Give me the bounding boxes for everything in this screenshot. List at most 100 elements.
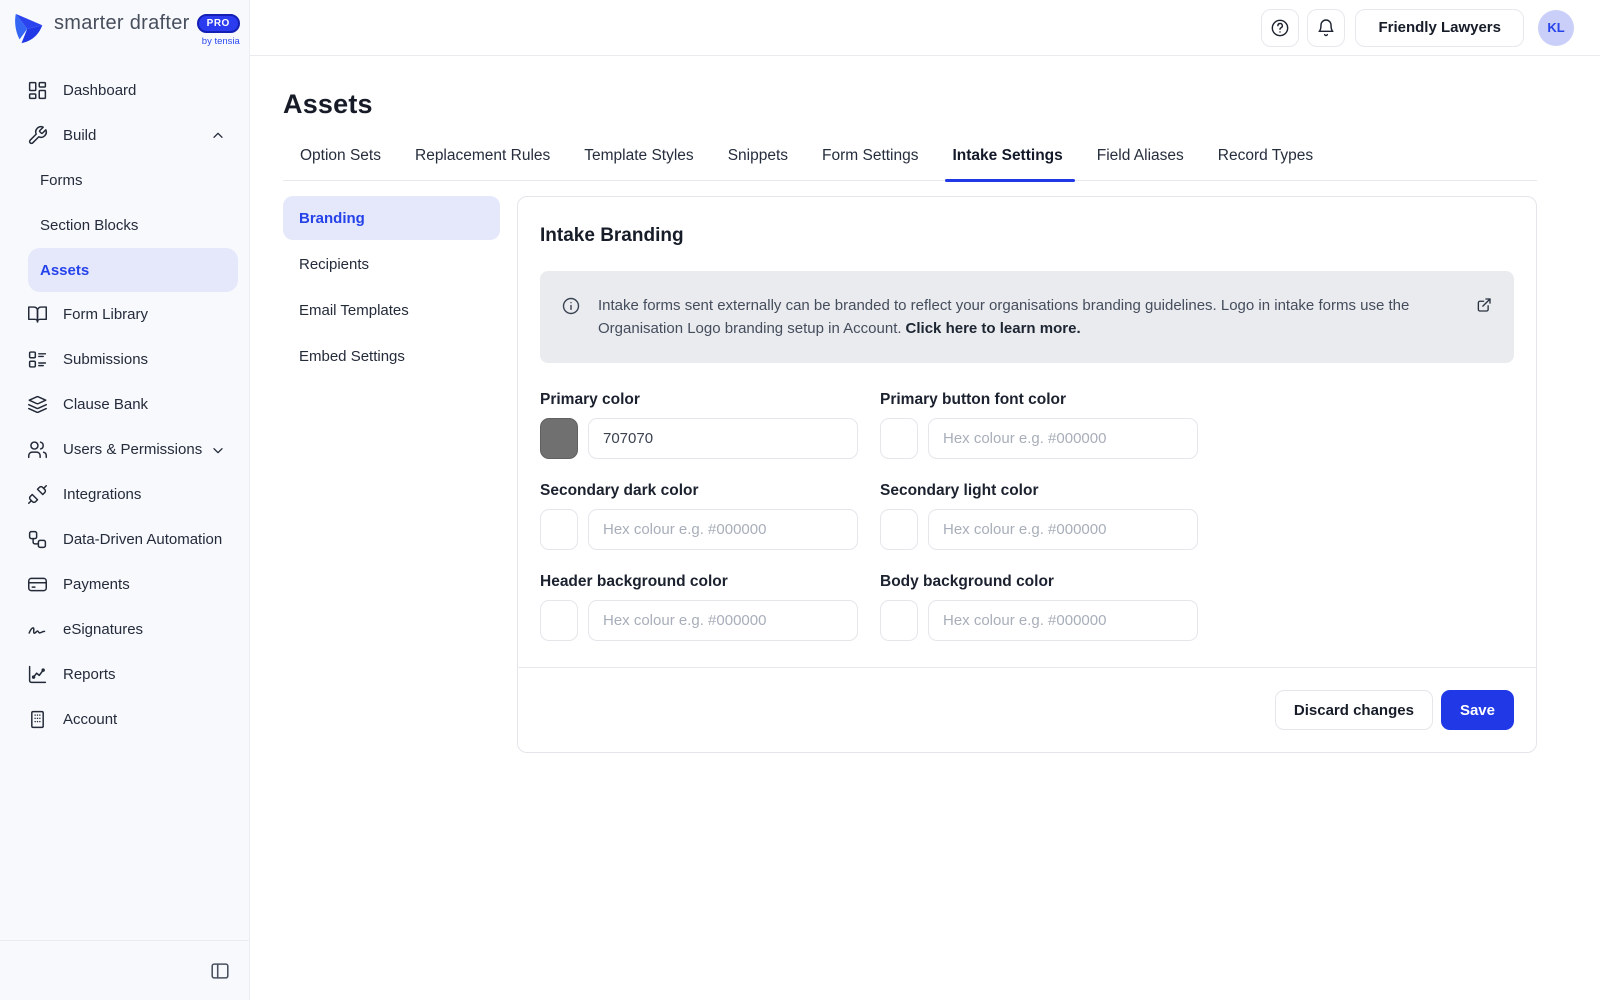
sidebar-item-account[interactable]: Account	[0, 697, 249, 742]
chevron-up-icon	[210, 128, 226, 144]
color-swatch[interactable]	[540, 600, 578, 641]
list-blocks-icon	[27, 349, 48, 370]
bird-logo-icon	[13, 11, 47, 47]
info-icon	[561, 296, 581, 316]
tab-field-aliases[interactable]: Field Aliases	[1080, 147, 1201, 180]
app-root: smarter drafter PRO by tensia Dashboard …	[0, 0, 1600, 1000]
main-area: Friendly Lawyers KL Assets Option Sets R…	[250, 0, 1600, 1000]
sidebar-item-label: eSignatures	[63, 621, 143, 638]
save-button[interactable]: Save	[1441, 690, 1514, 730]
brand-logo[interactable]: smarter drafter PRO by tensia	[0, 0, 249, 58]
sidebar-footer	[0, 940, 249, 1000]
subnav-item-email-templates[interactable]: Email Templates	[283, 288, 500, 332]
build-tools-icon	[27, 125, 48, 146]
sidebar-item-users-permissions[interactable]: Users & Permissions	[0, 427, 249, 472]
sidebar-item-label: Users & Permissions	[63, 441, 202, 458]
field-secondary-dark-color: Secondary dark color	[540, 482, 858, 550]
sidebar-item-form-library[interactable]: Form Library	[0, 292, 249, 337]
tab-option-sets[interactable]: Option Sets	[283, 147, 398, 180]
sidebar-item-label: Dashboard	[63, 82, 136, 99]
sidebar-item-label: Section Blocks	[40, 217, 138, 234]
field-label: Secondary dark color	[540, 482, 858, 500]
field-primary-button-font-color: Primary button font color	[880, 391, 1198, 459]
learn-more-link[interactable]: Click here to learn more.	[906, 320, 1081, 337]
field-secondary-light-color: Secondary light color	[880, 482, 1198, 550]
branding-fields: Primary color Primary button font color	[540, 391, 1514, 641]
color-swatch[interactable]	[880, 509, 918, 550]
page-title: Assets	[283, 89, 1537, 120]
tab-record-types[interactable]: Record Types	[1201, 147, 1330, 180]
sidebar-item-label: Form Library	[63, 306, 148, 323]
tab-intake-settings[interactable]: Intake Settings	[936, 147, 1080, 180]
hex-color-input[interactable]	[928, 509, 1198, 550]
sidebar-item-label: Clause Bank	[63, 396, 148, 413]
hex-color-input[interactable]	[928, 418, 1198, 459]
sidebar-item-dashboard[interactable]: Dashboard	[0, 68, 249, 113]
pro-badge: PRO	[197, 14, 240, 33]
subnav-item-embed-settings[interactable]: Embed Settings	[283, 334, 500, 378]
sidebar-item-clause-bank[interactable]: Clause Bank	[0, 382, 249, 427]
sidebar-nav: Dashboard Build Forms Section Blocks Ass…	[0, 58, 249, 742]
sidebar-item-esignatures[interactable]: eSignatures	[0, 607, 249, 652]
sidebar-item-reports[interactable]: Reports	[0, 652, 249, 697]
sidebar-item-label: Submissions	[63, 351, 148, 368]
chevron-down-icon	[210, 442, 226, 458]
tab-snippets[interactable]: Snippets	[711, 147, 805, 180]
workflow-icon	[27, 529, 48, 550]
topbar: Friendly Lawyers KL	[250, 0, 1600, 56]
sidebar-item-build[interactable]: Build	[0, 113, 249, 158]
sidebar-item-section-blocks[interactable]: Section Blocks	[0, 203, 249, 248]
help-button[interactable]	[1261, 9, 1299, 47]
color-swatch[interactable]	[540, 418, 578, 459]
color-swatch[interactable]	[880, 600, 918, 641]
sidebar-item-label: Assets	[40, 262, 89, 279]
brand-byline: by tensia	[202, 36, 240, 47]
notifications-button[interactable]	[1307, 9, 1345, 47]
field-body-background-color: Body background color	[880, 573, 1198, 641]
bell-icon	[1316, 18, 1336, 38]
sidebar-item-forms[interactable]: Forms	[0, 158, 249, 203]
sidebar-item-label: Reports	[63, 666, 116, 683]
tab-replacement-rules[interactable]: Replacement Rules	[398, 147, 567, 180]
discard-changes-button[interactable]: Discard changes	[1275, 690, 1433, 730]
collapse-panel-icon	[209, 960, 231, 982]
external-link-icon[interactable]	[1475, 296, 1493, 314]
color-swatch[interactable]	[880, 418, 918, 459]
tab-template-styles[interactable]: Template Styles	[567, 147, 710, 180]
collapse-sidebar-button[interactable]	[209, 960, 231, 982]
chart-icon	[27, 664, 48, 685]
sidebar-item-data-driven-automation[interactable]: Data-Driven Automation	[0, 517, 249, 562]
sidebar-item-label: Build	[63, 127, 96, 144]
hex-color-input[interactable]	[588, 418, 858, 459]
sidebar-item-submissions[interactable]: Submissions	[0, 337, 249, 382]
workspace: Branding Recipients Email Templates Embe…	[283, 196, 1537, 753]
field-label: Primary button font color	[880, 391, 1198, 409]
tab-form-settings[interactable]: Form Settings	[805, 147, 935, 180]
sidebar-item-payments[interactable]: Payments	[0, 562, 249, 607]
sidebar-item-assets[interactable]: Assets	[28, 248, 238, 292]
dashboard-grid-icon	[27, 80, 48, 101]
field-label: Secondary light color	[880, 482, 1198, 500]
info-banner: Intake forms sent externally can be bran…	[540, 271, 1514, 363]
subnav-item-branding[interactable]: Branding	[283, 196, 500, 240]
question-circle-icon	[1270, 18, 1290, 38]
intake-settings-subnav: Branding Recipients Email Templates Embe…	[283, 196, 500, 380]
hex-color-input[interactable]	[588, 509, 858, 550]
signature-icon	[27, 619, 48, 640]
card-title: Intake Branding	[540, 225, 1514, 247]
credit-card-icon	[27, 574, 48, 595]
organisation-button[interactable]: Friendly Lawyers	[1355, 9, 1524, 47]
users-icon	[27, 439, 48, 460]
hex-color-input[interactable]	[588, 600, 858, 641]
field-label: Primary color	[540, 391, 858, 409]
sidebar-item-integrations[interactable]: Integrations	[0, 472, 249, 517]
info-text: Intake forms sent externally can be bran…	[598, 294, 1458, 340]
hex-color-input[interactable]	[928, 600, 1198, 641]
subnav-item-recipients[interactable]: Recipients	[283, 242, 500, 286]
field-primary-color: Primary color	[540, 391, 858, 459]
color-swatch[interactable]	[540, 509, 578, 550]
sidebar-item-label: Integrations	[63, 486, 141, 503]
avatar[interactable]: KL	[1538, 10, 1574, 46]
book-open-icon	[27, 304, 48, 325]
sidebar-item-label: Forms	[40, 172, 83, 189]
